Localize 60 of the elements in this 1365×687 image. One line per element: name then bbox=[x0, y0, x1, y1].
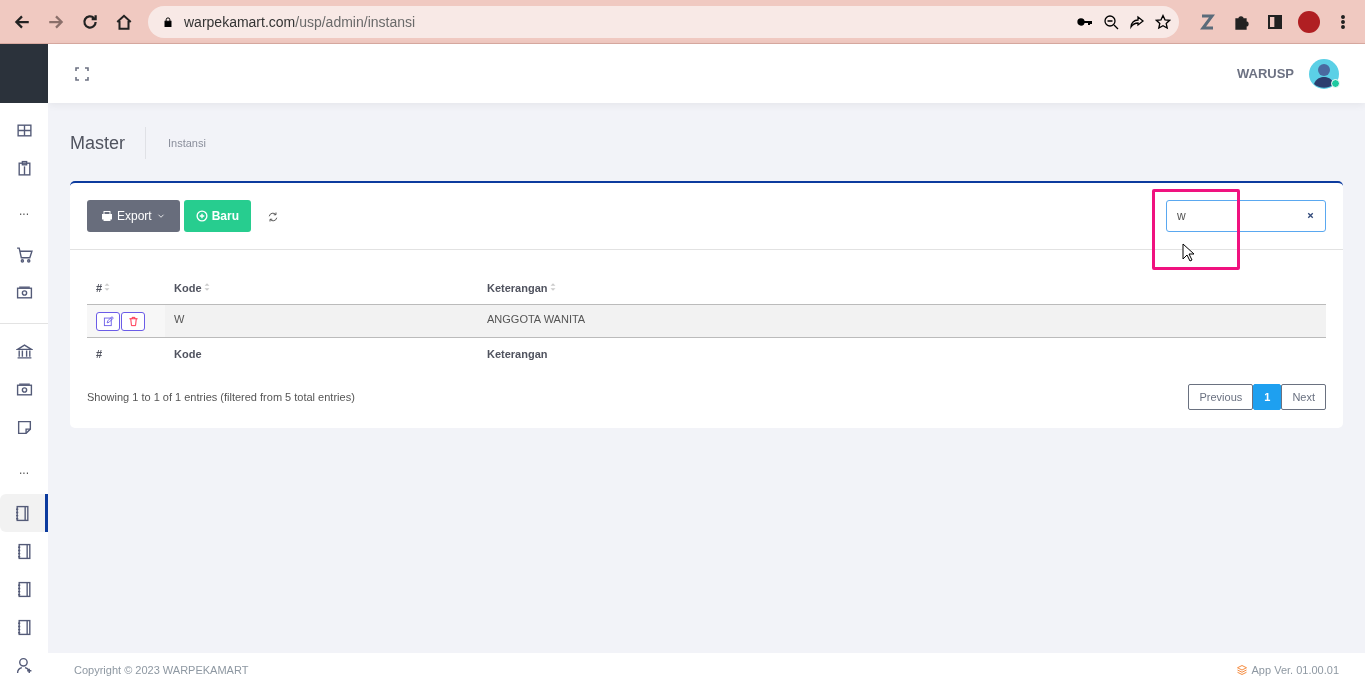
column-footer: Kode bbox=[174, 348, 202, 360]
cash-icon bbox=[15, 380, 33, 398]
notebook-icon bbox=[15, 542, 33, 560]
breadcrumb-item: Instansi bbox=[168, 137, 206, 149]
notebook-icon bbox=[15, 580, 33, 598]
notebook-icon bbox=[15, 618, 33, 636]
plus-circle-icon bbox=[195, 210, 208, 222]
user-name[interactable]: WARUSP bbox=[1236, 66, 1294, 81]
zoom-out-icon bbox=[1103, 13, 1119, 30]
address-bar[interactable]: warpekamart.com/usp/admin/instansi bbox=[148, 5, 1179, 38]
grid-icon bbox=[15, 121, 33, 139]
edit-button[interactable] bbox=[96, 312, 120, 331]
copyright-text: Copyright © 2023 WARPEKAMART bbox=[74, 664, 249, 676]
column-header[interactable]: Keterangan bbox=[487, 282, 548, 294]
add-user-icon bbox=[15, 656, 33, 674]
entries-info: Showing 1 to 1 of 1 entries (filtered from 5 total entries) bbox=[87, 391, 355, 403]
share-icon bbox=[1129, 13, 1145, 30]
user-avatar[interactable] bbox=[1309, 58, 1339, 89]
letter-z-icon bbox=[1199, 13, 1215, 30]
trash-icon bbox=[127, 316, 139, 327]
fullscreen-icon bbox=[74, 65, 90, 82]
clipboard-icon bbox=[15, 159, 33, 177]
app-version: App Ver. 01.00.01 bbox=[1251, 664, 1339, 676]
export-button[interactable]: Export bbox=[87, 200, 180, 232]
profile-avatar[interactable] bbox=[1298, 10, 1320, 33]
star-icon bbox=[1155, 13, 1171, 30]
page-button[interactable]: 1 bbox=[1253, 384, 1282, 410]
reload-icon bbox=[81, 12, 99, 31]
section-dots: ... bbox=[19, 204, 29, 218]
printer-icon bbox=[101, 210, 113, 222]
home-icon bbox=[115, 12, 133, 31]
url-text: warpekamart.com/usp/admin/instansi bbox=[184, 13, 417, 30]
table-cell: W bbox=[174, 313, 185, 325]
close-icon bbox=[1306, 211, 1315, 220]
clear-button[interactable] bbox=[1306, 211, 1315, 220]
lock-icon bbox=[162, 15, 174, 28]
column-header[interactable]: # bbox=[96, 282, 103, 294]
sidebar-logo-area bbox=[0, 44, 48, 103]
refresh-icon bbox=[267, 211, 280, 223]
column-footer: Keterangan bbox=[487, 348, 548, 360]
bank-icon bbox=[15, 342, 33, 360]
table-cell: ANGGOTA WANITA bbox=[487, 313, 586, 325]
cart-icon bbox=[15, 245, 33, 263]
notebook-icon bbox=[14, 504, 31, 522]
column-footer: # bbox=[96, 348, 103, 360]
sidebar-item[interactable] bbox=[0, 494, 48, 532]
note-icon bbox=[15, 418, 33, 436]
delete-button[interactable] bbox=[121, 312, 145, 331]
puzzle-icon bbox=[1233, 13, 1249, 30]
side-panel-icon bbox=[1267, 13, 1283, 30]
mouse-cursor-icon bbox=[1182, 243, 1194, 262]
cash-icon bbox=[15, 283, 33, 301]
previous-button[interactable]: Previous bbox=[1188, 384, 1254, 410]
next-button[interactable]: Next bbox=[1281, 384, 1326, 410]
search-field[interactable]: w bbox=[1166, 200, 1326, 232]
page-title: Master bbox=[70, 127, 146, 159]
layers-icon bbox=[1235, 664, 1248, 676]
section-dots: ... bbox=[19, 463, 29, 477]
edit-icon bbox=[102, 316, 114, 327]
column-header[interactable]: Kode bbox=[174, 282, 202, 294]
